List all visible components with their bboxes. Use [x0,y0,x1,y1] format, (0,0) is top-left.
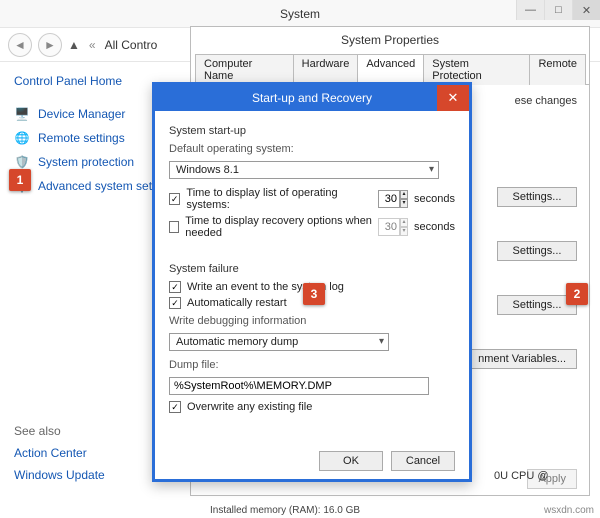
system-titlebar: System — □ ✕ [0,0,600,28]
annotation-callout-3: 3 [303,283,325,305]
installed-memory-label: Installed memory (RAM): 16.0 GB [210,505,360,516]
overwrite-checkbox[interactable] [169,401,181,413]
system-startup-group-label: System start-up [169,125,455,137]
startup-recovery-dialog: Start-up and Recovery ✕ System start-up … [152,82,472,482]
see-also-link: Windows Update [14,468,105,482]
sidebar-item-label: Remote settings [38,131,125,145]
startup-recovery-titlebar: Start-up and Recovery ✕ [155,85,469,111]
spinner-down-icon: ▾ [400,227,408,236]
sidebar-item-remote-settings[interactable]: 🌐 Remote settings [14,130,166,146]
system-properties-tabs: Computer Name Hardware Advanced System P… [191,53,589,85]
shield-icon: 🛡️ [14,154,30,170]
seconds-label: seconds [414,193,455,205]
tab-hardware[interactable]: Hardware [293,54,359,85]
write-event-checkbox[interactable] [169,281,181,293]
environment-variables-button[interactable]: nment Variables... [467,349,577,369]
annotation-callout-2: 2 [566,283,588,305]
annotation-callout-1: 1 [9,169,31,191]
auto-restart-checkbox[interactable] [169,297,181,309]
tab-advanced[interactable]: Advanced [357,54,424,85]
system-title: System [280,7,320,21]
breadcrumb[interactable]: All Contro [105,38,158,52]
write-debug-label: Write debugging information [169,315,455,327]
spinner-up-icon: ▴ [400,218,408,227]
dump-file-input[interactable] [169,377,429,395]
default-os-value: Windows 8.1 [176,164,239,176]
breadcrumb-chevron-icon: « [89,38,96,52]
remote-icon: 🌐 [14,130,30,146]
time-list-spinner[interactable]: ▴▾ [378,190,408,208]
dump-file-label: Dump file: [169,359,455,371]
watermark: wsxdn.com [544,505,594,516]
spinner-down-icon[interactable]: ▾ [400,199,408,208]
nav-back-button[interactable]: ◄ [8,33,32,57]
see-also-label: See also [14,424,166,438]
sidebar-item-advanced-system-settings[interactable]: ⚙️ Advanced system setti [14,178,166,194]
system-properties-title: System Properties [191,27,589,53]
time-list-label: Time to display list of operating system… [186,187,372,211]
sidebar-item-label: Device Manager [38,107,125,121]
maximize-button[interactable]: □ [544,0,572,20]
ok-button[interactable]: OK [319,451,383,471]
nav-forward-button[interactable]: ► [38,33,62,57]
tab-remote[interactable]: Remote [529,54,586,85]
time-recovery-label: Time to display recovery options when ne… [185,215,372,239]
minimize-button[interactable]: — [516,0,544,20]
see-also-action-center[interactable]: Action Center [14,446,166,460]
time-recovery-checkbox[interactable] [169,221,179,233]
default-os-combobox[interactable]: Windows 8.1 [169,161,439,179]
spinner-up-icon[interactable]: ▴ [400,190,408,199]
overwrite-label: Overwrite any existing file [187,401,312,413]
see-also-windows-update[interactable]: Windows Update [14,468,166,482]
time-list-checkbox[interactable] [169,193,180,205]
sidebar-item-device-manager[interactable]: 🖥️ Device Manager [14,106,166,122]
settings-button-startup-recovery[interactable]: Settings... [497,295,577,315]
tab-system-protection[interactable]: System Protection [423,54,530,85]
settings-button-user-profiles[interactable]: Settings... [497,241,577,261]
control-panel-home-link[interactable]: Control Panel Home [14,74,166,88]
time-recovery-spinner: ▴▾ [378,218,408,236]
tab-computer-name[interactable]: Computer Name [195,54,294,85]
system-failure-group-label: System failure [169,263,455,275]
debug-info-combobox[interactable]: Automatic memory dump [169,333,389,351]
time-list-value[interactable] [378,190,400,208]
time-recovery-value [378,218,400,236]
cancel-button[interactable]: Cancel [391,451,455,471]
close-button[interactable]: ✕ [572,0,600,20]
seconds-label: seconds [414,221,455,233]
cpu-fragment: 0U CPU @ [494,470,549,482]
sidebar-item-label: Advanced system setti [38,179,158,193]
auto-restart-label: Automatically restart [187,297,287,309]
sidebar-item-label: System protection [38,155,134,169]
sidebar-item-system-protection[interactable]: 🛡️ System protection [14,154,166,170]
see-also-link: Action Center [14,446,87,460]
settings-button-performance[interactable]: Settings... [497,187,577,207]
default-os-label: Default operating system: [169,143,455,155]
window-controls: — □ ✕ [516,0,600,20]
debug-info-value: Automatic memory dump [176,336,298,348]
device-icon: 🖥️ [14,106,30,122]
close-icon[interactable]: ✕ [437,85,469,111]
nav-up-icon[interactable]: ▲ [68,38,80,52]
startup-recovery-title: Start-up and Recovery [252,91,372,105]
